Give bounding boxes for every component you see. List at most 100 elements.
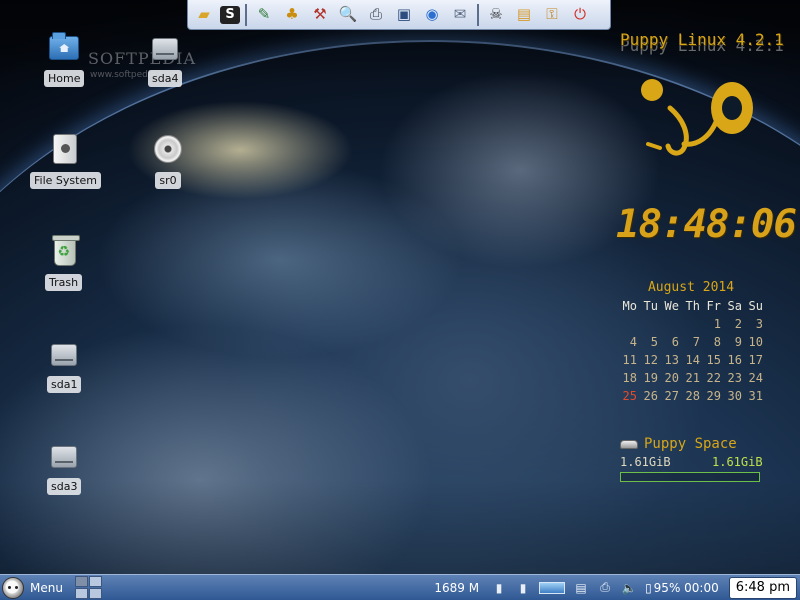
calendar-day: 26 xyxy=(643,389,658,403)
launcher-separator xyxy=(245,3,247,26)
menu-label: Menu xyxy=(30,580,63,595)
search-icon[interactable]: 🔍 xyxy=(336,3,360,27)
volume-icon[interactable]: 🔈 xyxy=(620,579,638,597)
power-icon[interactable]: ⏻ xyxy=(568,3,592,27)
desktop-icon-label: sda4 xyxy=(148,70,183,87)
workspace-3[interactable] xyxy=(74,588,88,599)
desktop-icon-sda4[interactable]: sda4 xyxy=(148,30,183,87)
calendar-today: 25 xyxy=(622,389,637,403)
calendar-day: 19 xyxy=(643,371,658,385)
calendar-grid: Mo Tu We Th Fr Sa Su 1 2 3 4 5 6 7 8 9 10 11 12 13 14 15 16 17 1… xyxy=(616,298,764,405)
console-icon[interactable]: S xyxy=(220,5,240,24)
taskbar: Menu 1689 M ▮ ▮ ▤ ⎙ 🔈 ▯ 95% 00:00 6:48 p… xyxy=(0,574,800,600)
workspace-2[interactable] xyxy=(88,576,102,587)
calendar-weekday: Mo xyxy=(622,299,637,313)
calendar-day: 23 xyxy=(727,371,742,385)
calendar-day: 28 xyxy=(685,389,700,403)
printer-tray-icon[interactable]: ⎙ xyxy=(596,579,614,597)
eraser-icon[interactable]: ▰ xyxy=(192,3,216,27)
printer-icon[interactable]: ⎙ xyxy=(364,3,388,27)
desktop-icon-sda1[interactable]: sda1 xyxy=(47,336,82,393)
package-icon[interactable]: ▤ xyxy=(512,3,536,27)
battery-indicator[interactable]: ▯ 95% 00:00 xyxy=(645,581,719,595)
calendar-day: 15 xyxy=(706,353,721,367)
calendar-weekday: We xyxy=(664,299,679,313)
trash-icon xyxy=(47,234,81,268)
space-free: 1.61GiB xyxy=(712,455,763,469)
drive-icon xyxy=(148,30,182,64)
battery-icon: ▯ xyxy=(645,580,652,595)
desktop-icon-home[interactable]: Home xyxy=(44,30,85,87)
drive-icon xyxy=(47,438,81,472)
drive-icon xyxy=(47,336,81,370)
calendar-day: 14 xyxy=(685,353,700,367)
calendar-day: 13 xyxy=(664,353,679,367)
launcher-separator xyxy=(477,3,479,26)
workspace-1[interactable] xyxy=(74,576,88,587)
battery-text: 95% 00:00 xyxy=(653,580,719,595)
desktop-icon-filesystem[interactable]: File System xyxy=(30,132,101,189)
calendar-day: 12 xyxy=(643,353,658,367)
calendar-weekday: Sa xyxy=(727,299,742,313)
desktop-icon-trash[interactable]: Trash xyxy=(45,234,83,291)
puppy-space-header: Puppy Space xyxy=(620,436,737,452)
drive-tray-icon-2[interactable]: ▮ xyxy=(514,579,532,597)
text-editor-icon[interactable]: ✎ xyxy=(252,3,276,27)
calendar-day: 4 xyxy=(629,335,637,349)
drive-tray-icon[interactable]: ▮ xyxy=(490,579,508,597)
space-used: 1.61GiB xyxy=(620,455,671,469)
workspace-4[interactable] xyxy=(88,588,102,599)
browser-icon[interactable]: ◉ xyxy=(420,3,444,27)
puppy-space-title: Puppy Space xyxy=(644,436,737,452)
cd-icon xyxy=(151,132,185,166)
disk-icon xyxy=(620,439,638,449)
puppy-menu-icon xyxy=(2,576,24,599)
calendar-day: 20 xyxy=(664,371,679,385)
calendar-weekday: Th xyxy=(685,299,700,313)
network-icon[interactable] xyxy=(539,581,566,594)
calendar-blank xyxy=(658,316,679,333)
camera-icon[interactable]: ▣ xyxy=(392,3,416,27)
memory-indicator[interactable]: 1689 M xyxy=(434,581,479,595)
calendar-day: 3 xyxy=(755,317,763,331)
calendar-day: 27 xyxy=(664,389,679,403)
workspace-pager[interactable] xyxy=(74,576,102,599)
filesystem-icon xyxy=(48,132,82,166)
calendar-day: 6 xyxy=(671,335,679,349)
calendar-day: 11 xyxy=(622,353,637,367)
lock-icon[interactable]: ⚿ xyxy=(540,3,564,27)
calendar-blank xyxy=(679,316,700,333)
taskbar-clock[interactable]: 6:48 pm xyxy=(728,576,797,599)
menu-button[interactable]: Menu xyxy=(0,576,69,600)
calendar-weekday: Fr xyxy=(706,299,721,313)
calendar-day: 7 xyxy=(692,335,700,349)
calendar-day: 2 xyxy=(734,317,742,331)
calendar-day: 31 xyxy=(748,389,763,403)
calendar-day: 16 xyxy=(727,353,742,367)
calendar-day: 18 xyxy=(622,371,637,385)
space-usage-bar xyxy=(620,472,760,482)
calendar-day: 17 xyxy=(748,353,763,367)
desktop-icon-sr0[interactable]: sr0 xyxy=(151,132,185,189)
toolbox-icon[interactable]: ⚒ xyxy=(308,3,332,27)
clipboard-icon[interactable]: ▤ xyxy=(572,579,590,597)
conky-title: Puppy Linux 4.2.1 xyxy=(620,30,784,49)
top-launcher-bar: ▰ S ✎ ♣ ⚒ 🔍 ⎙ ▣ ◉ ✉ ☠ ▤ ⚿ ⏻ xyxy=(187,0,611,30)
calendar-day: 1 xyxy=(713,317,721,331)
desktop-icon-sda3[interactable]: sda3 xyxy=(47,438,82,495)
calendar-day: 5 xyxy=(650,335,658,349)
calendar-day: 10 xyxy=(748,335,763,349)
skull-icon[interactable]: ☠ xyxy=(484,3,508,27)
calendar-day: 30 xyxy=(727,389,742,403)
mail-icon[interactable]: ✉ xyxy=(448,3,472,27)
calendar-blank xyxy=(616,316,637,333)
calendar-month: August 2014 xyxy=(647,280,735,295)
conky-clock: 18:48:06 xyxy=(616,202,797,247)
calendar-day: 29 xyxy=(706,389,721,403)
calendar-day: 24 xyxy=(748,371,763,385)
desktop-icon-label: sr0 xyxy=(155,172,181,189)
calendar-day: 8 xyxy=(713,335,721,349)
desktop-icon-label: sda1 xyxy=(47,376,82,393)
pet-installer-icon[interactable]: ♣ xyxy=(280,3,304,27)
desktop-icon-label: sda3 xyxy=(47,478,82,495)
